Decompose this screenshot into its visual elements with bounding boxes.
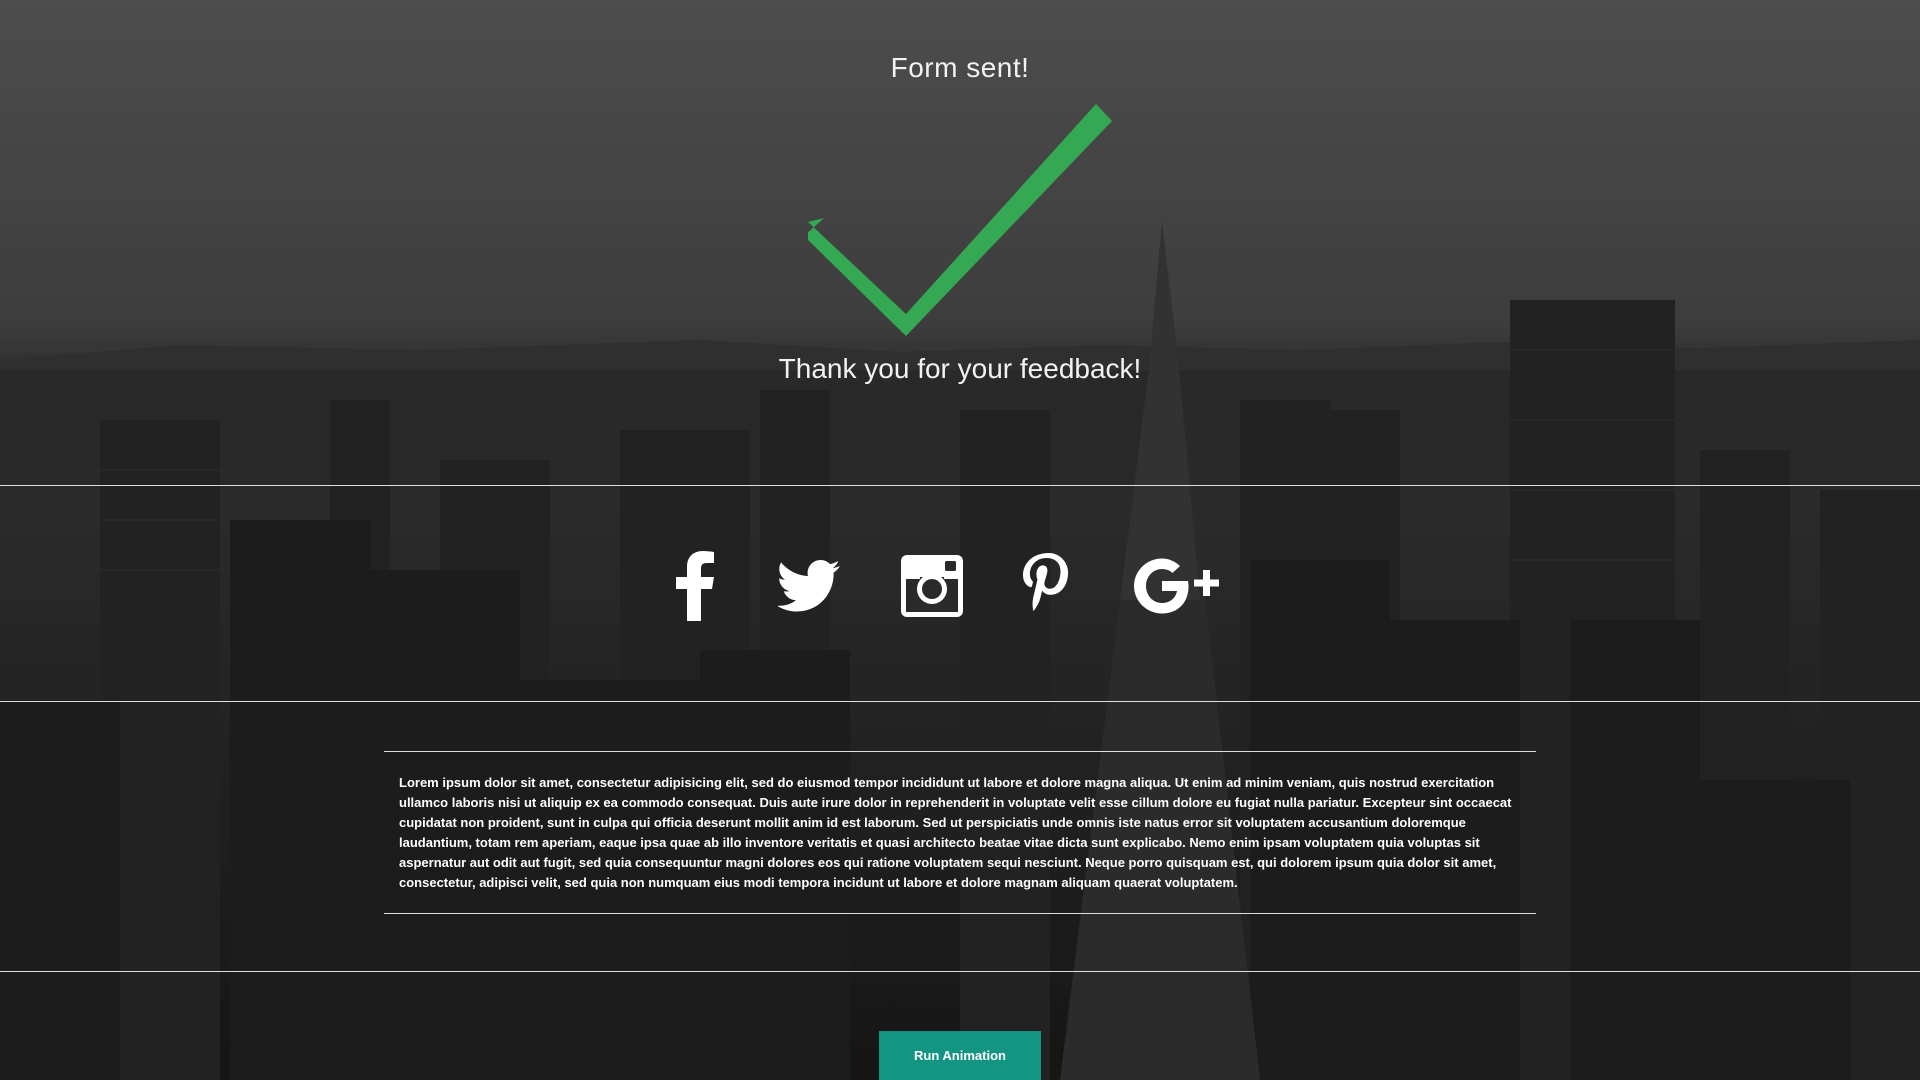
run-animation-button[interactable]: Run Animation	[879, 1031, 1041, 1080]
social-links	[0, 548, 1920, 624]
pinterest-icon[interactable]	[1020, 548, 1076, 624]
divider-bottom	[0, 971, 1920, 972]
thank-you-message: Thank you for your feedback!	[778, 353, 1142, 384]
page-title: Form sent!	[890, 52, 1030, 83]
page-container: Form sent! Thank you for your feedback!	[0, 0, 1920, 1080]
checkmark-icon	[808, 104, 1112, 336]
divider-middle	[0, 701, 1920, 702]
text-block-top-rule	[384, 751, 1536, 752]
text-block-bottom-rule	[384, 913, 1536, 914]
divider-top	[0, 485, 1920, 486]
google-plus-icon[interactable]	[1132, 548, 1226, 624]
instagram-icon[interactable]	[900, 548, 964, 624]
body-text: Lorem ipsum dolor sit amet, consectetur …	[399, 775, 1512, 890]
facebook-icon[interactable]	[673, 548, 717, 624]
twitter-icon[interactable]	[776, 548, 842, 624]
